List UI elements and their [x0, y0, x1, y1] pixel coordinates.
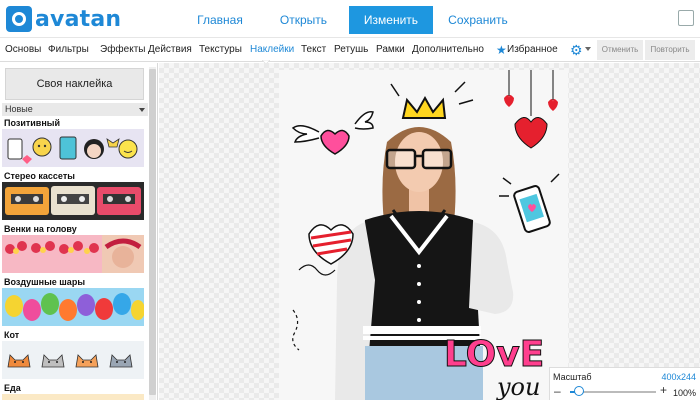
- tab-frames[interactable]: Рамки: [376, 38, 405, 62]
- edited-photo[interactable]: LOvE you: [279, 70, 568, 400]
- editor-canvas[interactable]: LOvE you: [159, 63, 700, 400]
- sticker-filter-value: Новые: [5, 104, 33, 114]
- category-label-food: Еда: [4, 383, 21, 393]
- chevron-down-icon: [139, 108, 145, 112]
- tool-tabs: Основы Фильтры Эффекты Действия Текстуры…: [0, 38, 700, 62]
- app-header: avatan Главная Открыть Изменить Сохранит…: [0, 0, 700, 38]
- undo-button[interactable]: Отменить: [597, 40, 643, 60]
- tab-favorites[interactable]: Избранное: [507, 38, 558, 62]
- positive-stickers-image: [7, 136, 138, 164]
- chevron-down-icon[interactable]: [585, 47, 591, 51]
- cats-image: [7, 354, 133, 368]
- category-food-thumb[interactable]: [2, 394, 144, 400]
- tab-textures[interactable]: Текстуры: [199, 38, 242, 62]
- sticker-filter-select[interactable]: Новые: [2, 103, 148, 116]
- category-label-head-wreaths: Венки на голову: [4, 224, 77, 234]
- tab-text[interactable]: Текст: [301, 38, 326, 62]
- main-nav: Главная Открыть Изменить Сохранить: [182, 6, 523, 34]
- sidebar-scroll-thumb[interactable]: [149, 69, 156, 395]
- you-sticker-text: you: [496, 373, 540, 400]
- category-balloons-thumb[interactable]: [2, 288, 144, 326]
- gear-icon[interactable]: ⚙: [570, 42, 583, 58]
- logo-text: avatan: [35, 6, 122, 32]
- zoom-out-icon[interactable]: –: [554, 385, 561, 397]
- category-label-stereo-cassettes: Стерео кассеты: [4, 171, 75, 181]
- category-positive-thumb[interactable]: [2, 129, 144, 167]
- love-sticker-text: LOvE: [444, 334, 544, 375]
- category-label-positive: Позитивный: [4, 118, 60, 128]
- category-cat-thumb[interactable]: [2, 341, 144, 379]
- zoom-label: Масштаб: [553, 372, 592, 382]
- zoom-panel: Масштаб 400x244 – + 100%: [549, 367, 700, 400]
- tab-retouch[interactable]: Ретушь: [334, 38, 368, 62]
- wreaths-image: [2, 235, 144, 273]
- zoom-percent: 100%: [672, 388, 696, 398]
- nav-edit[interactable]: Изменить: [349, 6, 433, 34]
- tab-actions[interactable]: Действия: [148, 38, 192, 62]
- category-label-balloons: Воздушные шары: [4, 277, 85, 287]
- tab-stickers[interactable]: Наклейки: [250, 38, 294, 62]
- nav-open[interactable]: Открыть: [258, 6, 349, 34]
- photo-image: LOvE you: [279, 70, 568, 400]
- zoom-slider-handle[interactable]: [573, 386, 584, 396]
- tab-advanced[interactable]: Дополнительно: [412, 38, 484, 62]
- balloons-image: [5, 293, 144, 321]
- nav-home[interactable]: Главная: [182, 6, 258, 34]
- category-head-wreaths-thumb[interactable]: [2, 235, 144, 273]
- nav-save[interactable]: Сохранить: [433, 6, 523, 34]
- star-icon: ★: [496, 43, 507, 57]
- cassettes-image: [5, 186, 141, 215]
- own-sticker-button[interactable]: Своя наклейка: [5, 68, 144, 100]
- tab-basics[interactable]: Основы: [5, 38, 41, 62]
- sticker-sidebar: Своя наклейка Новые Позитивный Стерео ка…: [0, 63, 158, 400]
- avatan-logo[interactable]: avatan: [6, 6, 121, 32]
- tab-filters[interactable]: Фильтры: [48, 38, 89, 62]
- image-size-readout: 400x244: [661, 372, 696, 382]
- logo-icon: [6, 6, 32, 32]
- category-label-cat: Кот: [4, 330, 20, 340]
- tab-effects[interactable]: Эффекты: [100, 38, 145, 62]
- sidebar-scrollbar[interactable]: [149, 67, 156, 400]
- zoom-in-icon[interactable]: +: [660, 384, 667, 396]
- category-stereo-cassettes-thumb[interactable]: [2, 182, 144, 220]
- redo-button[interactable]: Повторить: [645, 40, 695, 60]
- header-checkbox[interactable]: [678, 10, 694, 26]
